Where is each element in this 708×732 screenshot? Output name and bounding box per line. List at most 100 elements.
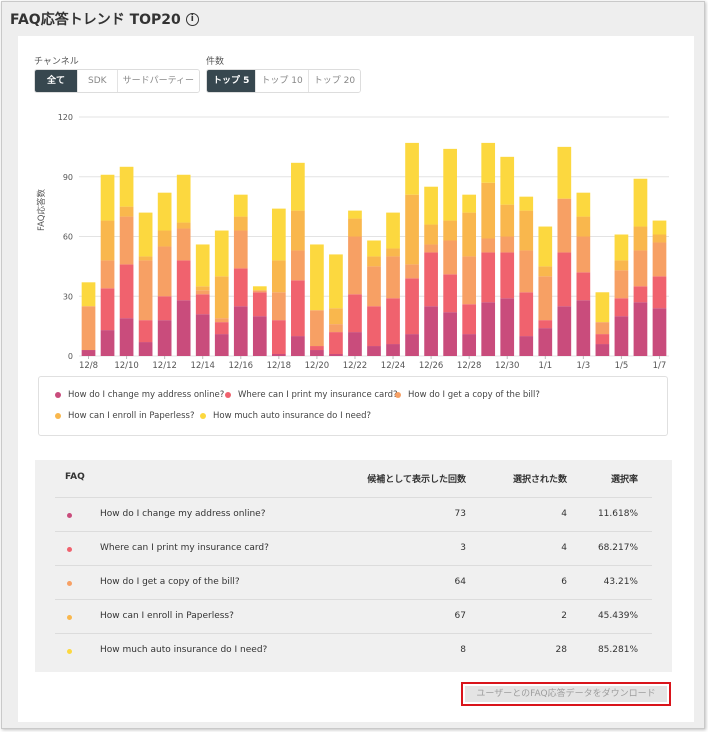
bar-segment[interactable] [329,332,343,355]
bar-segment[interactable] [157,320,172,356]
bar-segment[interactable] [481,142,496,183]
bar-segment[interactable] [462,194,477,213]
bar-segment[interactable] [405,278,419,335]
bar-segment[interactable] [538,266,553,277]
bar-segment[interactable] [443,312,457,356]
bar-segment[interactable] [367,266,381,307]
legend-item-series2[interactable]: Where can I print my insurance card? [225,390,398,400]
bar-segment[interactable] [271,320,286,355]
bar-segment[interactable] [386,248,400,257]
bar-segment[interactable] [481,238,496,253]
bar-segment[interactable] [519,196,534,211]
bar-segment[interactable] [386,344,400,356]
bar-segment[interactable] [176,222,191,229]
bar-segment[interactable] [329,324,343,333]
bar-segment[interactable] [100,174,115,221]
bar-segment[interactable] [119,216,134,265]
legend-item-series4[interactable]: How can I enroll in Paperless? [55,411,194,421]
bar-segment[interactable] [424,252,438,307]
bar-segment[interactable] [348,294,362,333]
bar-segment[interactable] [443,148,457,221]
bar-segment[interactable] [633,226,648,251]
bar-segment[interactable] [633,302,648,356]
bar-segment[interactable] [595,292,610,323]
bar-segment[interactable] [271,260,286,293]
bar-segment[interactable] [348,210,362,219]
bar-segment[interactable] [291,250,305,281]
bar-segment[interactable] [424,306,438,356]
bar-segment[interactable] [633,178,648,227]
bar-segment[interactable] [614,298,629,317]
bar-segment[interactable] [291,162,305,211]
bar-segment[interactable] [214,230,229,277]
bar-segment[interactable] [195,286,210,291]
bar-segment[interactable] [291,210,305,251]
bar-segment[interactable] [386,256,400,299]
bar-segment[interactable] [367,306,381,347]
bar-segment[interactable] [119,206,134,217]
bar-segment[interactable] [157,296,172,321]
bar-segment[interactable] [652,242,667,277]
bar-segment[interactable] [157,246,172,297]
bar-segment[interactable] [252,286,267,291]
bar-segment[interactable] [576,216,591,237]
bar-segment[interactable] [500,298,515,356]
bar-segment[interactable] [195,314,210,356]
bar-segment[interactable] [176,300,191,356]
bar-segment[interactable] [576,192,591,217]
bar-segment[interactable] [652,276,667,309]
bar-segment[interactable] [176,260,191,301]
bar-segment[interactable] [500,236,515,253]
bar-segment[interactable] [500,204,515,237]
bar-segment[interactable] [405,264,419,279]
bar-segment[interactable] [348,236,362,295]
bar-segment[interactable] [462,304,477,335]
legend-item-series5[interactable]: How much auto insurance do I need? [200,411,371,421]
bar-segment[interactable] [519,250,534,293]
bar-segment[interactable] [233,268,248,307]
bar-segment[interactable] [557,146,572,199]
legend-item-series1[interactable]: How do I change my address online? [55,390,224,400]
bar-segment[interactable] [538,328,553,356]
bar-segment[interactable] [100,330,115,356]
bar-segment[interactable] [652,308,667,356]
bar-segment[interactable] [233,230,248,269]
bar-segment[interactable] [329,354,343,356]
bar-segment[interactable] [119,264,134,319]
bar-segment[interactable] [519,336,534,356]
bar-segment[interactable] [100,260,115,289]
bar-segment[interactable] [310,244,324,311]
bar-segment[interactable] [271,208,286,261]
bar-segment[interactable] [557,306,572,356]
bar-segment[interactable] [252,292,267,317]
bar-segment[interactable] [291,336,305,356]
bar-segment[interactable] [405,142,419,195]
bar-segment[interactable] [138,342,153,356]
bar-segment[interactable] [176,228,191,261]
bar-segment[interactable] [214,318,229,323]
bar-segment[interactable] [462,212,477,257]
bar-segment[interactable] [176,174,191,223]
bar-segment[interactable] [271,354,286,356]
bar-segment[interactable] [252,316,267,356]
bar-segment[interactable] [443,240,457,275]
bar-segment[interactable] [614,260,629,271]
bar-segment[interactable] [519,210,534,251]
bar-segment[interactable] [424,186,438,225]
bar-segment[interactable] [81,282,96,307]
bar-segment[interactable] [367,256,381,267]
bar-segment[interactable] [576,272,591,301]
bar-segment[interactable] [386,212,400,249]
bar-segment[interactable] [652,234,667,243]
bar-segment[interactable] [614,316,629,356]
bar-segment[interactable] [424,224,438,245]
bar-segment[interactable] [462,334,477,356]
bar-segment[interactable] [310,346,324,351]
bar-segment[interactable] [233,194,248,217]
bar-segment[interactable] [291,280,305,337]
bar-segment[interactable] [595,322,610,335]
bar-segment[interactable] [157,230,172,247]
bar-segment[interactable] [481,252,496,303]
bar-segment[interactable] [576,236,591,273]
bar-segment[interactable] [81,350,96,356]
